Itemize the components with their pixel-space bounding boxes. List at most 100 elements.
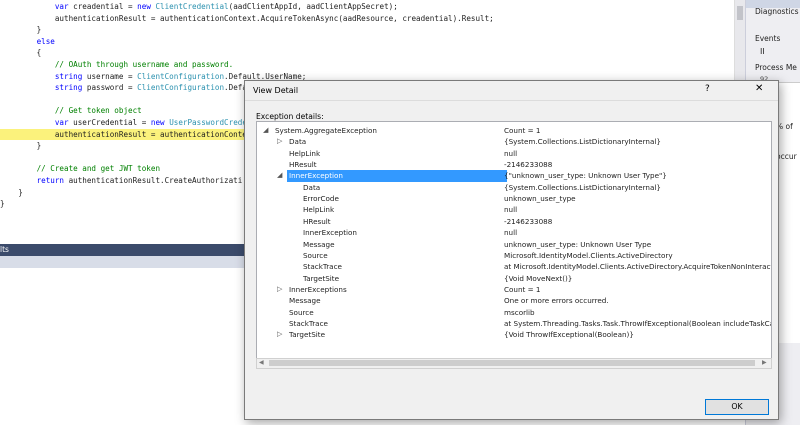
expand-arrow-icon[interactable]: ▷: [277, 329, 287, 340]
code-token: // Get token object: [0, 106, 142, 116]
code-token: ClientCredential: [155, 2, 229, 11]
exception-tree-row[interactable]: Source mscorlib: [257, 307, 771, 318]
exception-tree-row[interactable]: Data {System.Collections.ListDictionaryIn…: [257, 182, 771, 193]
code-token: password =: [86, 83, 138, 93]
exception-tree-row[interactable]: ▷ TargetSite {Void ThrowIfExceptional(Bool…: [257, 329, 771, 340]
expand-arrow-icon[interactable]: ▷: [277, 136, 287, 147]
exception-tree-row[interactable]: Message One or more errors occurred.: [257, 295, 771, 306]
code-token: userCredential =: [73, 118, 151, 127]
exception-tree-row[interactable]: ErrorCode unknown_user_type: [257, 193, 771, 204]
code-line[interactable]: // OAuth through username and password.: [0, 59, 233, 70]
help-icon[interactable]: ?: [705, 84, 710, 94]
process-memory-section[interactable]: Process Me: [755, 63, 797, 72]
property-value: null: [504, 148, 518, 158]
property-name: Source: [289, 307, 314, 317]
property-name: HResult: [289, 160, 317, 170]
code-token: return: [0, 176, 69, 185]
code-line[interactable]: var userCredential = new UserPasswordCre…: [0, 117, 247, 128]
code-token: creadential =: [73, 2, 138, 11]
code-token: {: [0, 48, 42, 58]
property-name: Source: [303, 250, 328, 260]
code-token: new: [150, 118, 170, 127]
exception-tree-row[interactable]: Source Microsoft.IdentityModel.Clients.Ac…: [257, 250, 771, 261]
code-token: string: [0, 83, 87, 93]
code-line[interactable]: else: [0, 36, 55, 47]
property-name: HResult: [303, 216, 331, 226]
code-line[interactable]: authenticationResult = authenticationCon…: [0, 13, 494, 24]
exception-tree-row[interactable]: ▷ Data {System.Collections.ListDictionaryI…: [257, 136, 771, 147]
exception-tree-row[interactable]: HelpLink null: [257, 148, 771, 159]
editor-scroll-thumb[interactable]: [737, 6, 743, 20]
exception-tree-row[interactable]: HResult -2146233088: [257, 216, 771, 227]
exception-tree-row[interactable]: ◢ InnerException {"unknown_user_type: Unkn…: [257, 170, 771, 182]
code-token: // Create and get JWT token: [0, 164, 161, 174]
property-value: {"unknown_user_type: Unknown User Type"}: [504, 171, 667, 181]
exception-tree-row[interactable]: ◢ System.AggregateException Count = 1: [257, 125, 771, 136]
diagnostics-title: Diagnostics: [755, 7, 799, 16]
code-token: authenticationResult.CreateAuthorizati: [68, 176, 243, 185]
code-line[interactable]: return authenticationResult.CreateAuthor…: [0, 175, 243, 186]
code-token: }: [0, 199, 5, 209]
exception-tree-row[interactable]: Message unknown_user_type: Unknown User T…: [257, 239, 771, 250]
code-line[interactable]: // Get token object: [0, 105, 142, 116]
exception-tree-row[interactable]: HelpLink null: [257, 204, 771, 215]
property-value: mscorlib: [504, 307, 535, 317]
property-name: Data: [303, 182, 321, 192]
code-token: (aadClientAppId, aadClientAppSecret);: [228, 2, 398, 11]
property-name: HelpLink: [303, 205, 335, 215]
code-line-current-statement[interactable]: authenticationResult = authenticationCon…: [0, 128, 247, 140]
code-token: authenticationResult = authenticationCon…: [0, 13, 494, 23]
code-line[interactable]: // Create and get JWT token: [0, 163, 160, 174]
ok-button[interactable]: OK: [705, 399, 769, 415]
output-panel-title: lts: [0, 245, 9, 254]
exception-tree-row[interactable]: InnerException null: [257, 227, 771, 238]
code-token: username =: [86, 71, 138, 81]
occurrence-label: occur: [776, 152, 797, 161]
property-value: One or more errors occurred.: [504, 296, 609, 306]
property-name: InnerExceptions: [289, 284, 347, 294]
property-name: Message: [289, 296, 321, 306]
property-value: at System.Threading.Tasks.Task.ThrowIfEx…: [504, 318, 772, 328]
code-line[interactable]: }: [0, 24, 42, 35]
exception-tree-row[interactable]: TargetSite {Void MoveNext()}: [257, 273, 771, 284]
code-line[interactable]: {: [0, 47, 42, 58]
property-name: HelpLink: [289, 148, 321, 158]
code-line[interactable]: }: [0, 140, 42, 151]
tree-scroll-thumb[interactable]: [269, 360, 755, 366]
code-line[interactable]: var creadential = new ClientCredential(a…: [0, 1, 398, 12]
exception-tree-row[interactable]: HResult -2146233088: [257, 159, 771, 170]
property-value: unknown_user_type: [504, 194, 576, 204]
exception-tree[interactable]: ◢ System.AggregateException Count = 1 ▷ Data…: [256, 121, 772, 359]
property-value: Microsoft.IdentityModel.Clients.ActiveDi…: [504, 250, 673, 260]
code-line[interactable]: }: [0, 187, 23, 198]
property-value: Count = 1: [504, 126, 541, 135]
property-name: TargetSite: [303, 273, 340, 283]
exception-tree-row[interactable]: ▷ InnerExceptions Count = 1: [257, 284, 771, 295]
events-section[interactable]: Events: [755, 34, 780, 43]
code-line[interactable]: }: [0, 198, 5, 209]
code-token: string: [0, 71, 87, 81]
collapse-arrow-icon[interactable]: ◢: [277, 170, 287, 181]
scroll-right-icon[interactable]: ▶: [762, 359, 767, 366]
tree-horizontal-scrollbar[interactable]: ◀ ▶: [256, 358, 772, 369]
code-token: authenticationResult = authenticationCon…: [0, 129, 247, 139]
property-value: -2146233088: [504, 160, 553, 170]
property-value: Count = 1: [504, 284, 541, 294]
code-token: }: [0, 187, 23, 197]
collapse-arrow-icon[interactable]: ◢: [263, 125, 273, 136]
property-value: null: [504, 228, 518, 238]
title-separator: [245, 100, 778, 101]
code-token: ClientConfiguration: [137, 83, 225, 93]
expand-arrow-icon[interactable]: ▷: [277, 284, 287, 295]
property-value: {System.Collections.ListDictionaryIntern…: [504, 182, 661, 192]
property-name: Message: [303, 239, 335, 249]
property-name: System.AggregateException: [275, 126, 377, 135]
pause-icon[interactable]: II: [760, 47, 765, 56]
view-detail-dialog: View Detail ? ✕ Exception details: ◢ Syst…: [244, 80, 779, 420]
exception-tree-row[interactable]: StackTrace at System.Threading.Tasks.Tas…: [257, 318, 771, 329]
code-token: var: [0, 2, 74, 11]
scroll-left-icon[interactable]: ◀: [259, 359, 264, 366]
close-icon[interactable]: ✕: [755, 83, 763, 94]
exception-tree-row[interactable]: StackTrace at Microsoft.IdentityModel.Cl…: [257, 261, 771, 272]
property-value: -2146233088: [504, 216, 553, 226]
